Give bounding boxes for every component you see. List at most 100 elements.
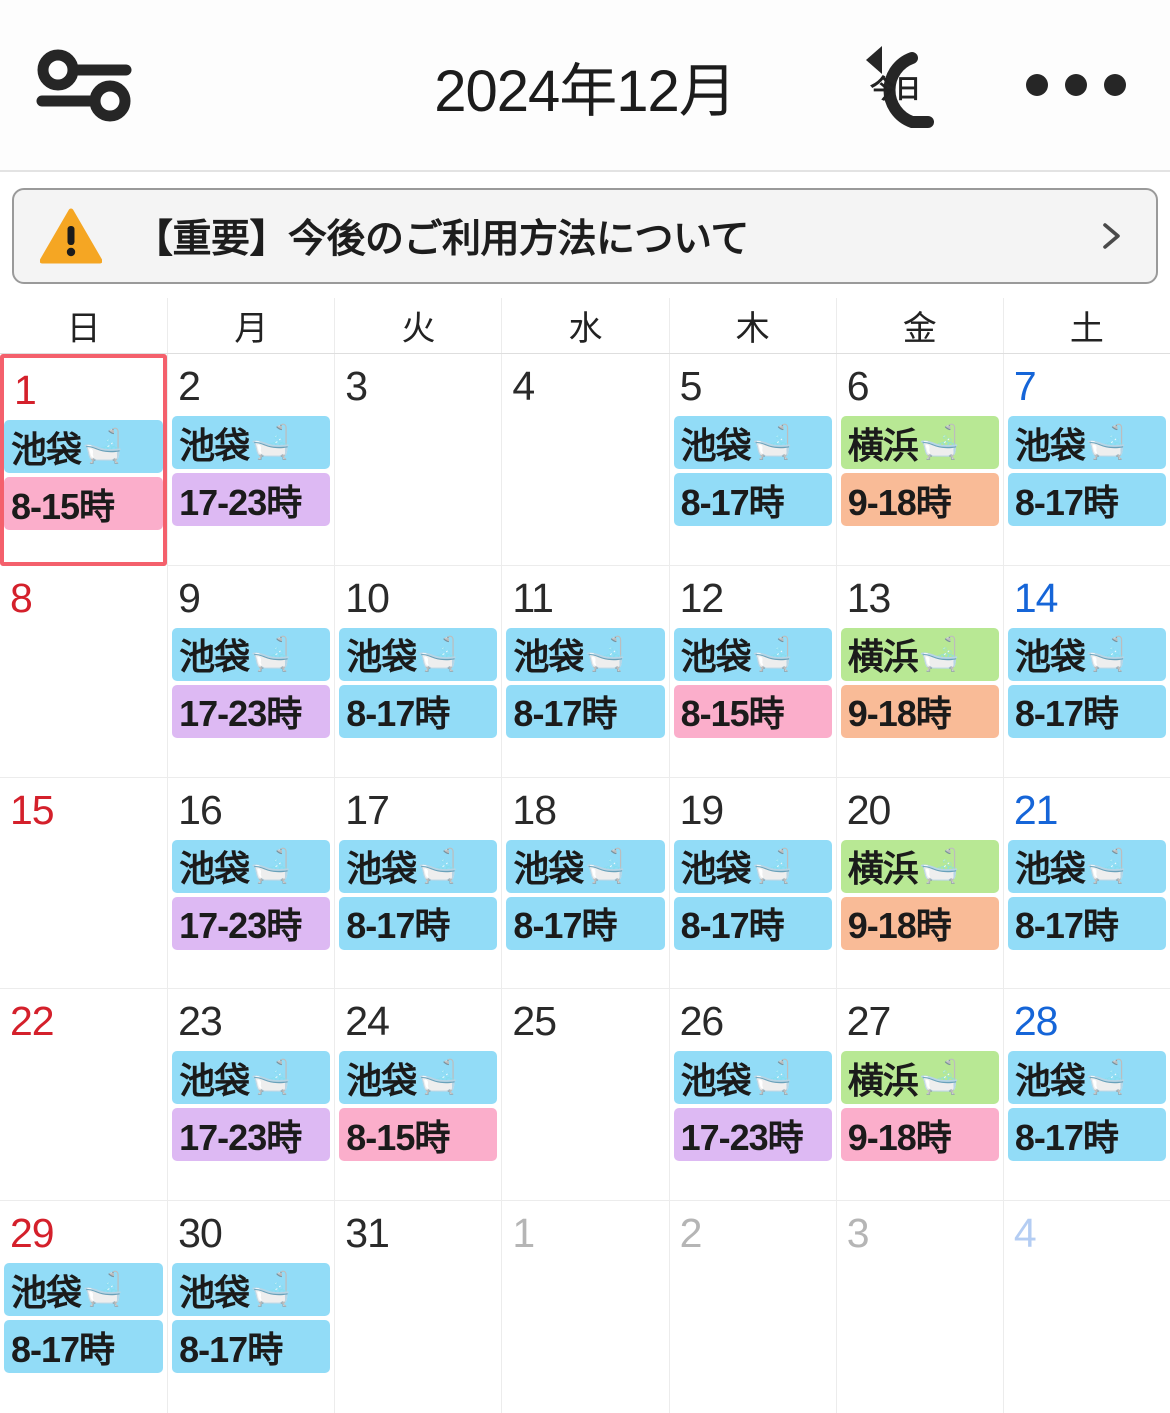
- day-cell[interactable]: 13 横浜 🛁 9-18時: [835, 565, 1003, 778]
- day-cell[interactable]: 7 池袋 🛁 8-17時: [1002, 354, 1170, 566]
- day-cell[interactable]: 3: [334, 354, 502, 566]
- day-cell[interactable]: 28 池袋 🛁 8-17時: [1002, 989, 1170, 1202]
- day-cell[interactable]: 27 横浜 🛁 9-18時: [835, 989, 1003, 1202]
- day-cell[interactable]: 9 池袋 🛁 17-23時: [167, 565, 335, 778]
- day-cell[interactable]: 30 池袋 🛁 8-17時: [167, 1201, 334, 1413]
- day-cell[interactable]: 2: [668, 1201, 836, 1413]
- event-chip[interactable]: 池袋 🛁: [339, 839, 498, 893]
- event-chip[interactable]: 8-17時: [172, 1320, 331, 1374]
- event-chip[interactable]: 池袋 🛁: [673, 416, 832, 469]
- event-chip[interactable]: 池袋 🛁: [172, 1051, 331, 1105]
- event-chip[interactable]: 池袋 🛁: [506, 627, 665, 681]
- chevron-right-icon[interactable]: [1096, 221, 1126, 251]
- day-cell[interactable]: 24 池袋 🛁 8-15時: [334, 989, 502, 1202]
- day-cell[interactable]: 29 池袋 🛁 8-17時: [0, 1201, 167, 1413]
- event-chip[interactable]: 8-17時: [673, 473, 832, 526]
- banner-text: 【重要】今後のご利用方法について: [134, 218, 749, 261]
- event-chip-label: 8-17時: [346, 905, 450, 947]
- event-chip[interactable]: 8-17時: [1007, 896, 1166, 950]
- event-chip[interactable]: 9-18時: [840, 473, 999, 526]
- event-chip[interactable]: 8-15時: [673, 684, 832, 738]
- day-cell[interactable]: 26 池袋 🛁 17-23時: [668, 989, 836, 1202]
- event-chip[interactable]: 17-23時: [172, 684, 331, 738]
- event-chip-list: 池袋 🛁 17-23時: [168, 627, 334, 738]
- day-cell[interactable]: 4: [1002, 1201, 1170, 1413]
- event-chip[interactable]: 8-17時: [506, 896, 665, 950]
- event-chip[interactable]: 池袋 🛁: [172, 1263, 331, 1317]
- event-chip[interactable]: 9-18時: [840, 896, 999, 950]
- day-cell[interactable]: 15: [0, 778, 168, 990]
- event-chip[interactable]: 8-17時: [1007, 1108, 1166, 1162]
- event-chip[interactable]: 8-17時: [506, 684, 665, 738]
- day-cell[interactable]: 19 池袋 🛁 8-17時: [668, 777, 836, 990]
- event-chip[interactable]: 17-23時: [172, 896, 331, 950]
- event-chip[interactable]: 池袋 🛁: [172, 416, 331, 469]
- event-chip[interactable]: 横浜 🛁: [840, 416, 999, 469]
- event-chip[interactable]: 横浜 🛁: [840, 1051, 999, 1105]
- event-chip[interactable]: 8-17時: [339, 684, 498, 738]
- event-chip-list: 池袋 🛁 8-17時: [670, 839, 836, 950]
- event-chip[interactable]: 17-23時: [172, 473, 331, 526]
- event-chip[interactable]: 8-17時: [1007, 684, 1166, 738]
- day-cell[interactable]: 21 池袋 🛁 8-17時: [1002, 777, 1170, 990]
- day-cell[interactable]: 2 池袋 🛁 17-23時: [167, 354, 335, 566]
- day-cell[interactable]: 31: [334, 1201, 501, 1413]
- day-cell[interactable]: 16 池袋 🛁 17-23時: [167, 777, 335, 990]
- important-notice-banner[interactable]: 【重要】今後のご利用方法について: [12, 188, 1158, 284]
- day-cell[interactable]: 3: [835, 1201, 1003, 1413]
- event-chip[interactable]: 9-18時: [840, 684, 999, 738]
- day-cell[interactable]: 8: [0, 566, 168, 778]
- bathtub-icon: 🛁: [751, 846, 793, 884]
- day-cell[interactable]: 10 池袋 🛁 8-17時: [334, 565, 502, 778]
- day-cell[interactable]: 1 池袋 🛁 8-15時: [0, 354, 168, 566]
- event-chip[interactable]: 17-23時: [172, 1108, 331, 1162]
- event-chip[interactable]: 池袋 🛁: [4, 420, 164, 473]
- event-chip[interactable]: 池袋 🛁: [4, 1263, 164, 1317]
- event-chip[interactable]: 池袋 🛁: [172, 627, 331, 681]
- event-chip[interactable]: 池袋 🛁: [1007, 1051, 1166, 1105]
- event-chip[interactable]: 8-17時: [1007, 473, 1166, 526]
- event-chip[interactable]: 8-15時: [4, 477, 164, 530]
- day-cell[interactable]: 22: [0, 989, 168, 1202]
- day-number: 7: [1013, 363, 1037, 409]
- event-chip[interactable]: 池袋 🛁: [339, 627, 498, 681]
- day-cell[interactable]: 17 池袋 🛁 8-17時: [334, 777, 502, 990]
- event-chip-list: 池袋 🛁 8-17時: [502, 627, 668, 738]
- day-cell[interactable]: 1: [501, 1201, 668, 1413]
- event-chip[interactable]: 17-23時: [673, 1108, 832, 1162]
- day-cell[interactable]: 11 池袋 🛁 8-17時: [501, 565, 669, 778]
- day-cell[interactable]: 6 横浜 🛁 9-18時: [835, 354, 1003, 566]
- event-chip-label: 8-15時: [346, 1116, 450, 1158]
- event-chip[interactable]: 9-18時: [840, 1108, 999, 1162]
- event-chip-label: 8-17時: [513, 693, 617, 735]
- day-number: 12: [679, 574, 725, 621]
- bathtub-icon: 🛁: [918, 634, 960, 672]
- day-cell[interactable]: 25: [501, 989, 669, 1202]
- event-chip[interactable]: 池袋 🛁: [339, 1051, 498, 1105]
- event-chip[interactable]: 池袋 🛁: [506, 839, 665, 893]
- event-chip[interactable]: 池袋 🛁: [1007, 627, 1166, 681]
- event-chip[interactable]: 横浜 🛁: [840, 627, 999, 681]
- event-chip-label: 池袋: [1014, 424, 1086, 466]
- event-chip[interactable]: 8-17時: [673, 896, 832, 950]
- event-chip[interactable]: 池袋 🛁: [172, 839, 331, 893]
- day-cell[interactable]: 12 池袋 🛁 8-15時: [668, 565, 836, 778]
- today-button[interactable]: 今日: [856, 42, 966, 134]
- day-cell[interactable]: 5 池袋 🛁 8-17時: [668, 354, 836, 566]
- event-chip[interactable]: 池袋 🛁: [1007, 839, 1166, 893]
- day-cell[interactable]: 4: [501, 354, 669, 566]
- event-chip[interactable]: 池袋 🛁: [673, 839, 832, 893]
- day-cell[interactable]: 23 池袋 🛁 17-23時: [167, 989, 335, 1202]
- event-chip[interactable]: 池袋 🛁: [673, 1051, 832, 1105]
- event-chip[interactable]: 池袋 🛁: [1007, 416, 1166, 469]
- event-chip[interactable]: 横浜 🛁: [840, 839, 999, 893]
- event-chip[interactable]: 8-15時: [339, 1108, 498, 1162]
- day-cell[interactable]: 14 池袋 🛁 8-17時: [1002, 565, 1170, 778]
- event-chip[interactable]: 8-17時: [339, 896, 498, 950]
- day-cell[interactable]: 18 池袋 🛁 8-17時: [501, 777, 669, 990]
- day-cell[interactable]: 20 横浜 🛁 9-18時: [835, 777, 1003, 990]
- event-chip[interactable]: 池袋 🛁: [673, 627, 832, 681]
- event-chip[interactable]: 8-17時: [4, 1320, 164, 1374]
- bathtub-icon: 🛁: [250, 1058, 291, 1096]
- more-options-icon[interactable]: [1026, 74, 1126, 96]
